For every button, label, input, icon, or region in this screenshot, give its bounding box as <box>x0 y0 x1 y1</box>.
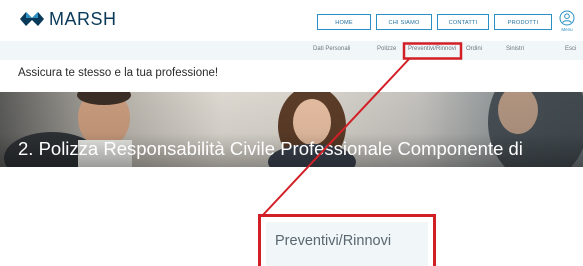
marsh-logo[interactable]: MARSH <box>18 8 117 30</box>
menu-button[interactable]: Menu <box>557 10 577 32</box>
brand-name: MARSH <box>49 8 117 29</box>
zoom-inset-background: Preventivi/Rinnovi <box>266 222 428 266</box>
marsh-page: MARSH HOME CHI SIAMO CONTATTI PRODOTTI M… <box>0 0 583 266</box>
subnav-dati-personali[interactable]: Dati Personali <box>313 46 350 52</box>
nav-contatti-button[interactable]: CONTATTI <box>437 14 489 30</box>
nav-chi-siamo-button[interactable]: CHI SIAMO <box>376 14 432 30</box>
hero-title: 2. Polizza Responsabilità Civile Profess… <box>18 138 523 159</box>
zoom-inset: Preventivi/Rinnovi <box>258 214 436 266</box>
user-circle-icon <box>559 10 575 26</box>
sub-navigation: Dati Personali Polizze Preventivi/Rinnov… <box>0 41 583 60</box>
subnav-esci[interactable]: Esci <box>565 46 576 52</box>
page-tagline: Assicura te stesso e la tua professione! <box>18 67 219 79</box>
top-navigation: HOME CHI SIAMO CONTATTI PRODOTTI <box>317 14 552 30</box>
subnav-ordini[interactable]: Ordini <box>466 46 482 52</box>
nav-prodotti-button[interactable]: PRODOTTI <box>494 14 552 30</box>
subnav-polizze[interactable]: Polizze <box>377 46 396 52</box>
subnav-preventivi-rinnovi[interactable]: Preventivi/Rinnovi <box>408 46 456 52</box>
menu-label: Menu <box>561 27 573 32</box>
hero-banner: 2. Polizza Responsabilità Civile Profess… <box>0 92 583 167</box>
marsh-logo-icon <box>20 12 44 26</box>
zoom-preventivi-rinnovi-label: Preventivi/Rinnovi <box>275 233 392 249</box>
nav-home-button[interactable]: HOME <box>317 14 371 30</box>
subnav-sinistri[interactable]: Sinistri <box>506 46 524 52</box>
